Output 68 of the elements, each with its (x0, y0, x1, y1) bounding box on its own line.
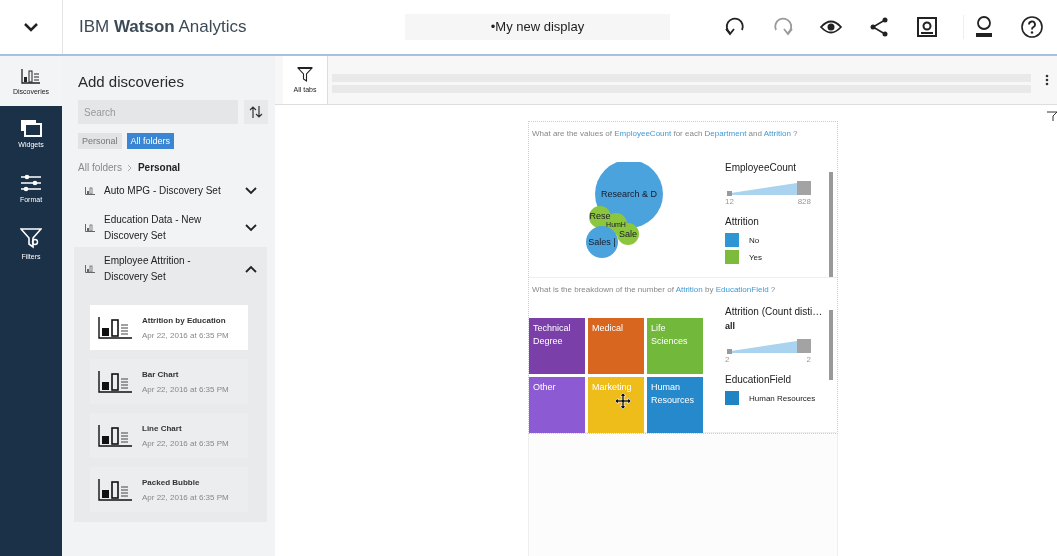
sort-button[interactable] (244, 100, 268, 124)
sliders-icon (20, 174, 42, 192)
treemap-tile[interactable]: Medical (588, 318, 644, 374)
more-options-icon[interactable] (1045, 74, 1049, 86)
bubble-label: Rese (589, 211, 611, 221)
discovery-name: Packed Bubble (142, 477, 201, 487)
discovery-date: Apr 22, 2016 at 6:35 PM (142, 384, 229, 394)
discovery-date: Apr 22, 2016 at 6:35 PM (142, 492, 229, 502)
scale-max: 828 (797, 197, 811, 206)
treemap-tile[interactable]: Other (529, 377, 585, 433)
discovery-date: Apr 22, 2016 at 6:35 PM (142, 438, 229, 448)
bar-chart-icon (98, 478, 132, 501)
chevron-down-icon[interactable] (23, 22, 39, 32)
filter-icon[interactable] (1047, 111, 1057, 121)
discovery-name: Attrition by Education (142, 315, 227, 325)
search-field[interactable]: Search (78, 100, 238, 124)
folder-row[interactable]: Employee Attrition - Discovery Set (74, 247, 267, 291)
filter-icon (20, 227, 42, 249)
bubble-label: Research & D (601, 189, 657, 199)
filter-icon (297, 67, 313, 83)
bar-chart-icon (85, 265, 95, 273)
chevron-up-icon (245, 265, 257, 273)
legend-title: Attrition (725, 216, 760, 227)
bubble[interactable] (586, 226, 618, 258)
scale-max: 2 (806, 355, 811, 364)
bar-chart-icon (98, 370, 132, 393)
bar-chart-icon (21, 67, 41, 84)
app-title: IBM Watson Analytics (79, 17, 248, 37)
legend-title: Attrition (Count disti… (725, 306, 824, 317)
legend-subtitle: all (725, 321, 736, 331)
folder-row[interactable]: Education Data - New Discovery Set (74, 209, 267, 247)
sort-arrows-icon (249, 105, 263, 119)
scroll-bar[interactable] (829, 172, 833, 277)
legend-label: Yes (749, 252, 763, 262)
scroll-bar[interactable] (829, 310, 833, 380)
legend-title: EmployeeCount (725, 162, 798, 173)
question-text: What is the breakdown of the number of Attrition by EducationField ? (531, 284, 777, 296)
breadcrumb-link[interactable]: Personal (137, 162, 181, 173)
windows-icon (20, 119, 42, 137)
screen-capture-icon[interactable] (915, 15, 939, 39)
folder-filter-chip[interactable]: All folders (126, 133, 175, 149)
panel-title: Add discoveries (78, 73, 185, 90)
scale-min: 2 (725, 355, 730, 364)
legend-label: Human Resources (749, 393, 816, 403)
legend-title: EducationField (725, 374, 793, 385)
folder-filter-chip[interactable]: Personal (78, 133, 122, 149)
chevron-right-icon (126, 163, 133, 172)
discovery-name: Bar Chart (142, 369, 180, 379)
bar-chart-icon (85, 224, 95, 232)
bar-chart-icon (98, 424, 132, 447)
treemap-tile[interactable]: Technical Degree (529, 318, 585, 374)
bar-chart-icon (98, 316, 132, 339)
bar-chart-icon (85, 187, 95, 195)
question-text: What are the values of EmployeeCount for each Department and Attrition ? (531, 128, 799, 140)
document-title-field[interactable]: •My new display (405, 14, 670, 40)
discovery-name: Line Chart (142, 423, 183, 433)
treemap-tile[interactable]: Human Resources (647, 377, 703, 433)
bubble-label: Sale (619, 229, 637, 239)
folder-row[interactable]: Auto MPG - Discovery Set (74, 173, 267, 209)
move-cursor-icon (615, 393, 631, 409)
help-icon[interactable] (1020, 15, 1044, 39)
chevron-down-icon (245, 224, 257, 232)
discovery-card[interactable]: Attrition by Education Apr 22, 2016 at 6:35 PM (90, 305, 248, 350)
chevron-down-icon (245, 187, 257, 195)
bubble-label: Sales | (588, 237, 616, 247)
legend-label: No (749, 235, 760, 245)
discovery-date: Apr 22, 2016 at 6:35 PM (142, 330, 229, 340)
scale-min: 12 (725, 197, 734, 206)
